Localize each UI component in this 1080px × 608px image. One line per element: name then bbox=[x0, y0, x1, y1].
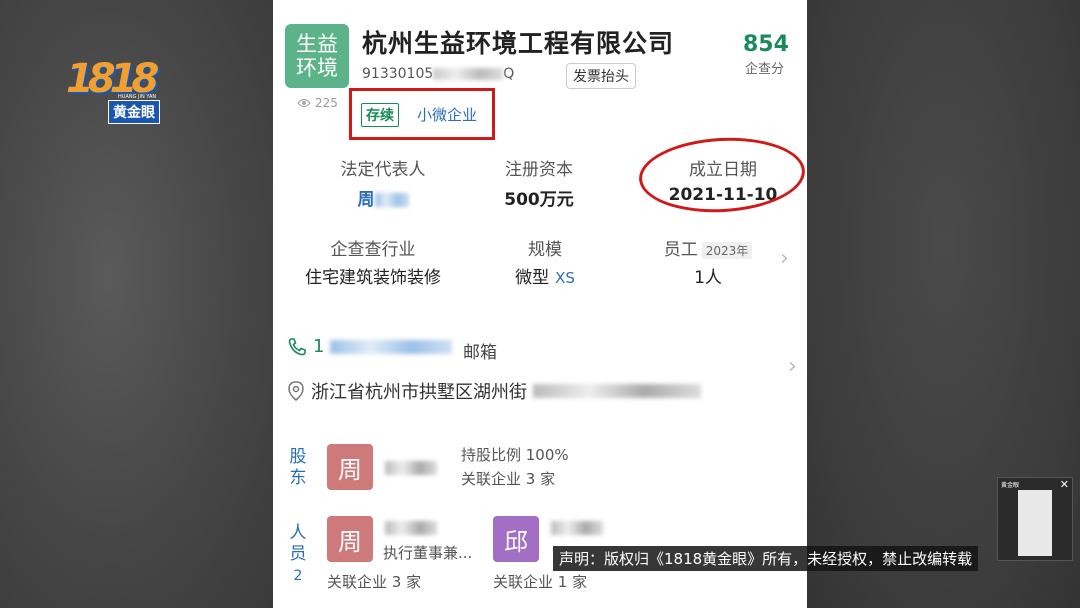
industry-value: 住宅建筑装饰装修 bbox=[305, 268, 441, 288]
company-score-label: 企查分 bbox=[745, 62, 785, 77]
company-score[interactable]: 854 bbox=[743, 32, 789, 57]
personnel-count: 2 bbox=[293, 568, 303, 584]
email-link[interactable]: 邮箱 bbox=[463, 338, 497, 363]
redacted-block bbox=[385, 520, 437, 535]
staff-value: 1人 bbox=[694, 268, 722, 288]
view-count-value: 225 bbox=[315, 96, 338, 110]
redacted-block bbox=[433, 68, 504, 80]
phone-prefix: 1 bbox=[313, 336, 325, 357]
legal-rep-label: 法定代表人 bbox=[340, 160, 426, 180]
avatar[interactable]: 周 bbox=[327, 516, 373, 562]
scale-tag[interactable]: 小微企业 bbox=[417, 104, 477, 125]
redacted-block bbox=[551, 520, 603, 535]
avatar[interactable]: 邱 bbox=[493, 516, 539, 562]
credit-code-prefix: 91330105 bbox=[362, 66, 434, 82]
status-tag: 存续 bbox=[361, 103, 399, 127]
scale-code: XS bbox=[555, 269, 575, 287]
company-name: 杭州生益环境工程有限公司 bbox=[362, 29, 675, 58]
redacted-block bbox=[374, 193, 409, 207]
shareholders-label: 股东 bbox=[289, 447, 307, 488]
phone-number[interactable]: 1 bbox=[287, 336, 453, 357]
view-count: 225 bbox=[297, 96, 338, 110]
share-ratio: 持股比例 100% bbox=[461, 446, 569, 464]
shareholder-related: 关联企业 3 家 bbox=[461, 470, 556, 488]
scale-value: 微型 XS bbox=[455, 263, 635, 288]
redacted-block bbox=[330, 339, 453, 354]
capital-label: 注册资本 bbox=[505, 160, 573, 180]
location-pin-icon bbox=[288, 381, 304, 401]
phone-icon bbox=[288, 337, 306, 355]
mini-screen-thumbnail bbox=[1018, 490, 1052, 556]
address-prefix: 浙江省杭州市拱墅区湖州街 bbox=[311, 382, 527, 403]
shareholder-name[interactable] bbox=[385, 458, 437, 476]
eye-icon bbox=[297, 98, 311, 108]
chevron-right-icon[interactable]: › bbox=[788, 354, 797, 379]
person-related: 关联企业 3 家 bbox=[327, 573, 422, 591]
address[interactable]: 浙江省杭州市拱墅区湖州街 bbox=[287, 378, 701, 404]
mini-preview-window[interactable]: 黄金眼 ✕ bbox=[997, 477, 1073, 561]
staff-label: 员工 2023年 bbox=[618, 235, 798, 260]
person-name[interactable] bbox=[551, 518, 603, 536]
credit-code: 91330105 Q bbox=[362, 66, 514, 82]
legal-rep-value[interactable]: 周 bbox=[293, 185, 473, 210]
credit-code-suffix: Q bbox=[503, 66, 515, 82]
staff-year-badge: 2023年 bbox=[701, 242, 753, 259]
invoice-title-button[interactable]: 发票抬头 bbox=[566, 63, 636, 89]
legal-rep-name: 周 bbox=[357, 190, 375, 210]
capital-value: 500万元 bbox=[504, 190, 574, 210]
logo-name: 黄金眼 bbox=[108, 100, 160, 124]
redacted-block bbox=[533, 384, 701, 398]
personnel-label: 人员 bbox=[289, 523, 307, 564]
chevron-right-icon[interactable]: › bbox=[780, 246, 789, 271]
scale-value-text: 微型 bbox=[515, 268, 550, 288]
mini-logo: 黄金眼 bbox=[1001, 482, 1020, 489]
broadcaster-logo: 1818 HUANG JIN YAN 黄金眼 bbox=[66, 56, 166, 124]
copyright-notice: 声明：版权归《1818黄金眼》所有，未经授权，禁止改编转载 bbox=[553, 546, 979, 571]
redacted-block bbox=[385, 460, 437, 475]
staff-label-text: 员工 bbox=[663, 240, 698, 260]
industry-label: 企查查行业 bbox=[330, 240, 416, 260]
scale-label: 规模 bbox=[528, 240, 562, 260]
avatar[interactable]: 周 bbox=[327, 444, 373, 490]
company-logo: 生益环境 bbox=[285, 24, 349, 88]
person-name[interactable] bbox=[385, 518, 437, 536]
person-role: 执行董事兼... bbox=[383, 544, 473, 562]
person-related: 关联企业 1 家 bbox=[493, 573, 588, 591]
close-icon[interactable]: ✕ bbox=[1060, 478, 1069, 491]
phone-screen: 生益环境 225 杭州生益环境工程有限公司 91330105 Q 发票抬头 854… bbox=[273, 0, 807, 608]
